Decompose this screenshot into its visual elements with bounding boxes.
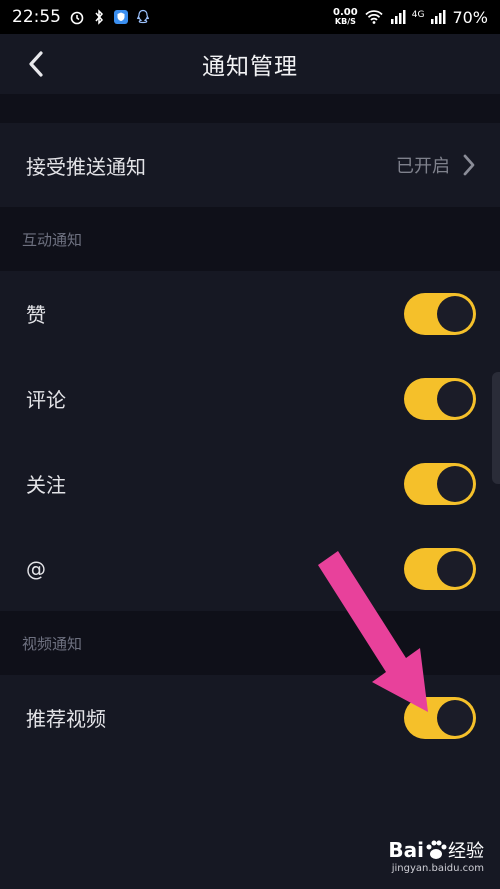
section-title-interaction-text: 互动通知 [22, 230, 83, 249]
notify-row-like: 赞 [0, 271, 500, 356]
section-title-interaction: 互动通知 [0, 207, 500, 271]
alarm-icon [70, 11, 84, 25]
qq-icon [136, 9, 150, 24]
shield-icon [114, 10, 128, 24]
speed-value: 0.00 [333, 7, 358, 18]
chevron-left-icon [29, 51, 43, 77]
notify-row-comment: 评论 [0, 356, 500, 441]
watermark-brand: Bai 经验 [364, 837, 484, 863]
scroll-edge-handle[interactable] [492, 372, 500, 484]
wifi-icon [365, 10, 383, 24]
network-type: 4G [411, 9, 425, 20]
toggle-knob [437, 550, 473, 587]
toggle-knob [437, 699, 473, 736]
comment-label: 评论 [26, 388, 66, 412]
push-notification-row[interactable]: 接受推送通知 已开启 [0, 123, 500, 207]
notify-row-follow: 关注 [0, 441, 500, 526]
top-nav-bar: 通知管理 [0, 34, 500, 94]
mention-toggle[interactable] [404, 547, 476, 590]
watermark-url: jingyan.baidu.com [391, 863, 484, 874]
page-title: 通知管理 [202, 54, 298, 80]
speed-unit: KB/S [334, 17, 356, 26]
like-label: 赞 [26, 303, 46, 327]
recommended-video-toggle[interactable] [404, 696, 476, 739]
status-left-icons [69, 9, 151, 25]
push-notification-label: 接受推送通知 [26, 154, 146, 179]
toggle-knob [437, 295, 473, 332]
back-button[interactable] [20, 48, 52, 80]
bluetooth-icon [95, 9, 104, 25]
status-time: 22:55 [12, 7, 61, 27]
paw-icon [426, 840, 447, 859]
network-speed: 0.00 KB/S [333, 7, 358, 27]
notify-row-mention: @ [0, 526, 500, 611]
watermark-brand-text: Bai [388, 838, 424, 862]
status-bar: 22:55 0.00 KB/S 4G 70% [0, 0, 500, 34]
toggle-knob [437, 380, 473, 417]
follow-label: 关注 [26, 473, 66, 497]
follow-toggle[interactable] [404, 462, 476, 505]
baidu-jingyan-watermark: Bai 经验 jingyan.baidu.com [364, 837, 484, 883]
status-right-icons: 0.00 KB/S 4G 70% [333, 8, 488, 27]
signal-4g-icon [431, 10, 446, 24]
toggle-knob [437, 465, 473, 502]
section-title-video: 视频通知 [0, 611, 500, 675]
recommended-video-label: 推荐视频 [26, 707, 106, 731]
notify-row-recommended-video: 推荐视频 [0, 675, 500, 760]
comment-toggle[interactable] [404, 377, 476, 420]
chevron-right-icon [463, 154, 475, 176]
watermark-brand-suffix: 经验 [448, 841, 484, 862]
battery-level: 70% [452, 7, 488, 27]
like-toggle[interactable] [404, 292, 476, 335]
signal-icon [390, 10, 406, 24]
section-title-video-text: 视频通知 [22, 634, 83, 653]
section-divider [0, 94, 500, 123]
mention-label: @ [26, 556, 46, 581]
push-notification-status: 已开启 [396, 156, 450, 177]
